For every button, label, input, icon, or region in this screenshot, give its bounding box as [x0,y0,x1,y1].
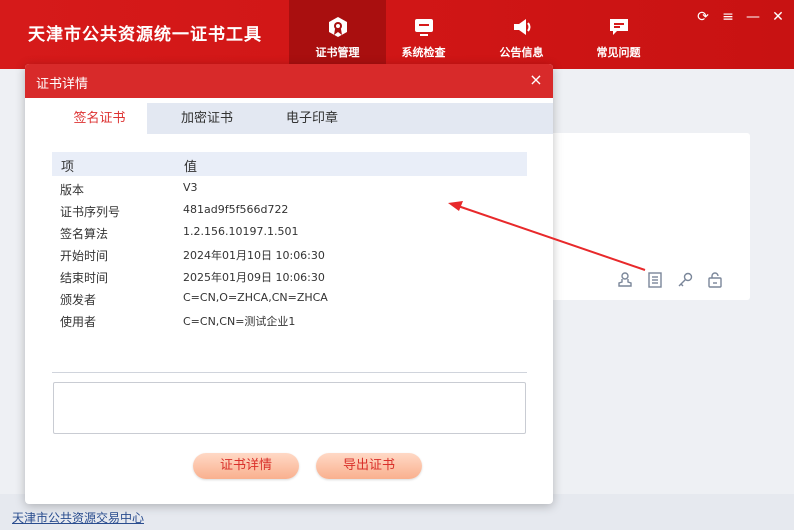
row-value: V3 [183,181,198,194]
close-button[interactable]: ✕ [769,8,787,26]
row-key: 使用者 [60,315,97,329]
column-header-item: 项 [61,160,75,175]
column-header-value: 值 [184,160,198,175]
table-row: 使用者 C=CN,CN=测试企业1 [52,310,527,332]
nav-label: 常见问题 [596,46,641,59]
edit-lock-icon[interactable] [706,271,724,289]
nav-label: 证书管理 [315,46,360,59]
nav-label: 公告信息 [499,46,544,59]
row-key: 开始时间 [60,249,109,263]
divider [52,372,527,373]
tab-encryption-cert[interactable]: 加密证书 [157,103,257,134]
row-key: 结束时间 [60,271,109,285]
table-row: 签名算法 1.2.156.10197.1.501 [52,222,527,244]
nav-system-check[interactable]: 系统检查 [375,0,472,69]
menu-button[interactable]: ≡ [719,8,737,26]
monitor-icon [414,19,433,36]
app-title: 天津市公共资源统一证书工具 [28,25,262,45]
certificate-details-dialog: 证书详情 × 签名证书 加密证书 电子印章 项 值 版本 V3 证书序列号 48… [25,64,553,504]
nav-faq[interactable]: 常见问题 [570,0,667,69]
row-key: 版本 [60,183,85,197]
row-value: 2025年01月09日 10:06:30 [183,271,325,284]
row-value: C=CN,O=ZHCA,CN=ZHCA [183,291,328,304]
nav-announcements[interactable]: 公告信息 [473,0,570,69]
cert-details-button[interactable]: 证书详情 [193,453,299,479]
row-key: 签名算法 [60,227,109,241]
seal-icon[interactable] [616,271,634,289]
row-value: C=CN,CN=测试企业1 [183,315,296,328]
chat-icon [609,19,628,35]
table-row: 证书序列号 481ad9f5f566d722 [52,200,527,222]
trading-center-link[interactable]: 天津市公共资源交易中心 [12,509,144,526]
table-row: 开始时间 2024年01月10日 10:06:30 [52,244,527,266]
row-value: 481ad9f5f566d722 [183,203,289,216]
nav-label: 系统检查 [401,46,446,59]
tab-electronic-seal[interactable]: 电子印章 [262,103,362,134]
tab-bar: 签名证书 加密证书 电子印章 [52,103,553,134]
row-value: 2024年01月10日 10:06:30 [183,249,325,262]
certificate-detail-icon[interactable] [646,271,664,289]
certificate-icon [328,17,347,37]
details-text-area[interactable] [53,382,526,434]
table-row: 颁发者 C=CN,O=ZHCA,CN=ZHCA [52,288,527,310]
table-row: 版本 V3 [52,178,527,200]
row-key: 证书序列号 [60,205,121,219]
table-row: 结束时间 2025年01月09日 10:06:30 [52,266,527,288]
dialog-close-button[interactable]: × [527,71,545,89]
minimize-button[interactable]: — [744,8,762,26]
table-header: 项 值 [52,152,527,176]
row-value: 1.2.156.10197.1.501 [183,225,299,238]
dialog-title-bar: 证书详情 × [25,64,553,98]
export-cert-button[interactable]: 导出证书 [316,453,422,479]
nav-cert-management[interactable]: 证书管理 [289,0,386,69]
megaphone-icon [513,19,530,35]
row-key: 颁发者 [60,293,97,307]
app-header: 天津市公共资源统一证书工具 证书管理 系统检查 公告信息 常见问题 ⟳ ≡ — … [0,0,794,69]
tab-signing-cert[interactable]: 签名证书 [52,103,147,134]
dialog-title: 证书详情 [36,77,89,92]
refresh-button[interactable]: ⟳ [694,8,712,26]
key-icon[interactable] [676,271,694,289]
